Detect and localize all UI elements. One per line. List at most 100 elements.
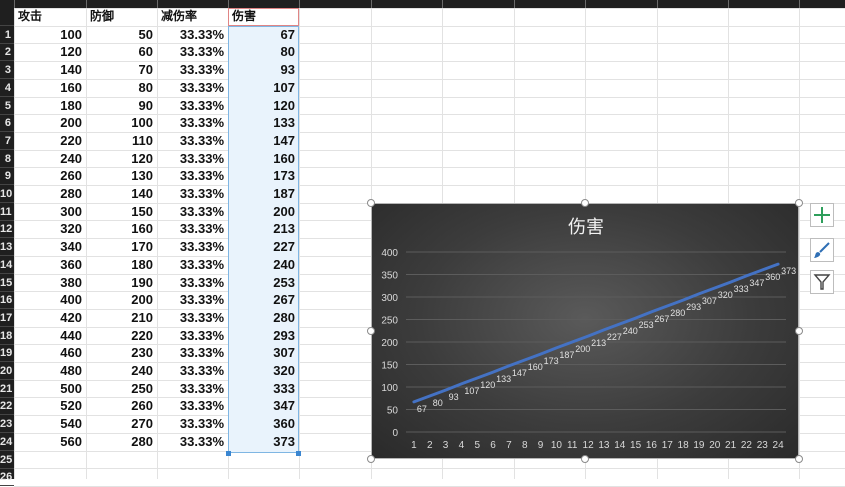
cell-attack[interactable]: 420 [14, 309, 86, 326]
cell-attack[interactable]: 280 [14, 185, 86, 202]
cell-defense[interactable]: 190 [86, 274, 157, 291]
cell-attack[interactable]: 340 [14, 238, 86, 255]
cell-attack[interactable]: 460 [14, 344, 86, 361]
cell-attack[interactable]: 480 [14, 362, 86, 379]
resize-handle-bottom-right[interactable] [795, 455, 803, 463]
row-header-bar[interactable]: 1 2 3 4 5 6 7 8 9 10 11 12 13 14 15 16 17 18 19 20 21 22 23 24 2… [0, 8, 14, 487]
row-number[interactable]: 9 [0, 167, 14, 186]
row-number[interactable]: 19 [0, 344, 14, 363]
row-number[interactable]: 26 [0, 468, 14, 487]
row-number[interactable]: 7 [0, 132, 14, 150]
row-number[interactable]: 12 [0, 220, 14, 239]
cell-attack[interactable]: 300 [14, 203, 86, 220]
cell-reduction[interactable]: 33.33% [157, 291, 228, 308]
selection-handle[interactable] [226, 451, 231, 456]
cell-defense[interactable]: 180 [86, 256, 157, 273]
cell-reduction[interactable]: 33.33% [157, 203, 228, 220]
cell-reduction[interactable]: 33.33% [157, 380, 228, 397]
cell-attack[interactable]: 240 [14, 150, 86, 167]
row-number[interactable]: 4 [0, 79, 14, 97]
cell-attack[interactable]: 260 [14, 167, 86, 184]
cell-attack[interactable]: 560 [14, 433, 86, 450]
cell-damage[interactable]: 307 [228, 344, 299, 361]
cell-damage[interactable]: 347 [228, 397, 299, 414]
cell-reduction[interactable]: 33.33% [157, 185, 228, 202]
header-reduction[interactable]: 减伤率 [157, 8, 228, 25]
cell-defense[interactable]: 70 [86, 61, 157, 78]
chart-title[interactable]: 伤害 [568, 217, 604, 238]
cell-attack[interactable]: 140 [14, 61, 86, 78]
cell-attack[interactable]: 440 [14, 327, 86, 344]
cell-reduction[interactable]: 33.33% [157, 79, 228, 96]
header-attack[interactable]: 攻击 [14, 8, 86, 25]
cell-damage[interactable]: 80 [228, 43, 299, 60]
cell-reduction[interactable]: 33.33% [157, 344, 228, 361]
cell-defense[interactable]: 80 [86, 79, 157, 96]
cell-reduction[interactable]: 33.33% [157, 43, 228, 60]
cell-reduction[interactable]: 33.33% [157, 433, 228, 450]
cell-defense[interactable]: 120 [86, 150, 157, 167]
cell-reduction[interactable]: 33.33% [157, 256, 228, 273]
row-number[interactable]: 18 [0, 327, 14, 345]
cell-attack[interactable]: 160 [14, 79, 86, 96]
cell-defense[interactable]: 90 [86, 97, 157, 114]
cell-attack[interactable]: 320 [14, 220, 86, 237]
row-number[interactable]: 10 [0, 185, 14, 203]
cell-reduction[interactable]: 33.33% [157, 97, 228, 114]
cell-attack[interactable]: 540 [14, 415, 86, 432]
cell-damage[interactable]: 293 [228, 327, 299, 344]
chart-elements-button[interactable] [810, 203, 834, 227]
cell-defense[interactable]: 50 [86, 26, 157, 43]
row-number[interactable]: 25 [0, 451, 14, 469]
cell-damage[interactable]: 107 [228, 79, 299, 96]
cell-damage[interactable]: 227 [228, 238, 299, 255]
cell-reduction[interactable]: 33.33% [157, 167, 228, 184]
cell-damage[interactable]: 240 [228, 256, 299, 273]
cell-attack[interactable]: 380 [14, 274, 86, 291]
cell-reduction[interactable]: 33.33% [157, 415, 228, 432]
cell-defense[interactable]: 280 [86, 433, 157, 450]
row-number[interactable]: 6 [0, 114, 14, 133]
header-defense[interactable]: 防御 [86, 8, 157, 25]
cell-defense[interactable]: 200 [86, 291, 157, 308]
cell-defense[interactable]: 230 [86, 344, 157, 361]
cell-damage[interactable]: 173 [228, 167, 299, 184]
row-number[interactable]: 17 [0, 309, 14, 327]
cell-attack[interactable]: 520 [14, 397, 86, 414]
cell-reduction[interactable]: 33.33% [157, 61, 228, 78]
cell-reduction[interactable]: 33.33% [157, 274, 228, 291]
resize-handle-bottom[interactable] [581, 455, 589, 463]
cell-damage[interactable]: 280 [228, 309, 299, 326]
selection-handle[interactable] [296, 451, 301, 456]
row-number[interactable]: 13 [0, 238, 14, 257]
resize-handle-top-right[interactable] [795, 199, 803, 207]
cell-damage[interactable]: 133 [228, 114, 299, 131]
cell-defense[interactable]: 100 [86, 114, 157, 131]
row-number[interactable]: 5 [0, 97, 14, 115]
cell-damage[interactable]: 67 [228, 26, 299, 43]
cell-reduction[interactable]: 33.33% [157, 362, 228, 379]
cell-damage[interactable]: 120 [228, 97, 299, 114]
row-number[interactable]: 2 [0, 43, 14, 62]
cell-damage[interactable]: 320 [228, 362, 299, 379]
cell-reduction[interactable]: 33.33% [157, 132, 228, 149]
cell-damage[interactable]: 93 [228, 61, 299, 78]
cell-damage[interactable]: 187 [228, 185, 299, 202]
resize-handle-bottom-left[interactable] [367, 455, 375, 463]
cell-reduction[interactable]: 33.33% [157, 26, 228, 43]
cell-defense[interactable]: 240 [86, 362, 157, 379]
row-number[interactable]: 23 [0, 415, 14, 434]
cell-reduction[interactable]: 33.33% [157, 114, 228, 131]
column-header-bar[interactable] [0, 0, 845, 8]
cell-attack[interactable]: 180 [14, 97, 86, 114]
cell-damage[interactable]: 200 [228, 203, 299, 220]
row-number[interactable]: 20 [0, 362, 14, 380]
row-number[interactable]: 15 [0, 274, 14, 292]
row-number[interactable]: 3 [0, 61, 14, 80]
resize-handle-left[interactable] [367, 327, 375, 335]
resize-handle-top[interactable] [581, 199, 589, 207]
header-damage[interactable]: 伤害 [228, 8, 299, 25]
cell-reduction[interactable]: 33.33% [157, 220, 228, 237]
cell-damage[interactable]: 147 [228, 132, 299, 149]
resize-handle-right[interactable] [795, 327, 803, 335]
